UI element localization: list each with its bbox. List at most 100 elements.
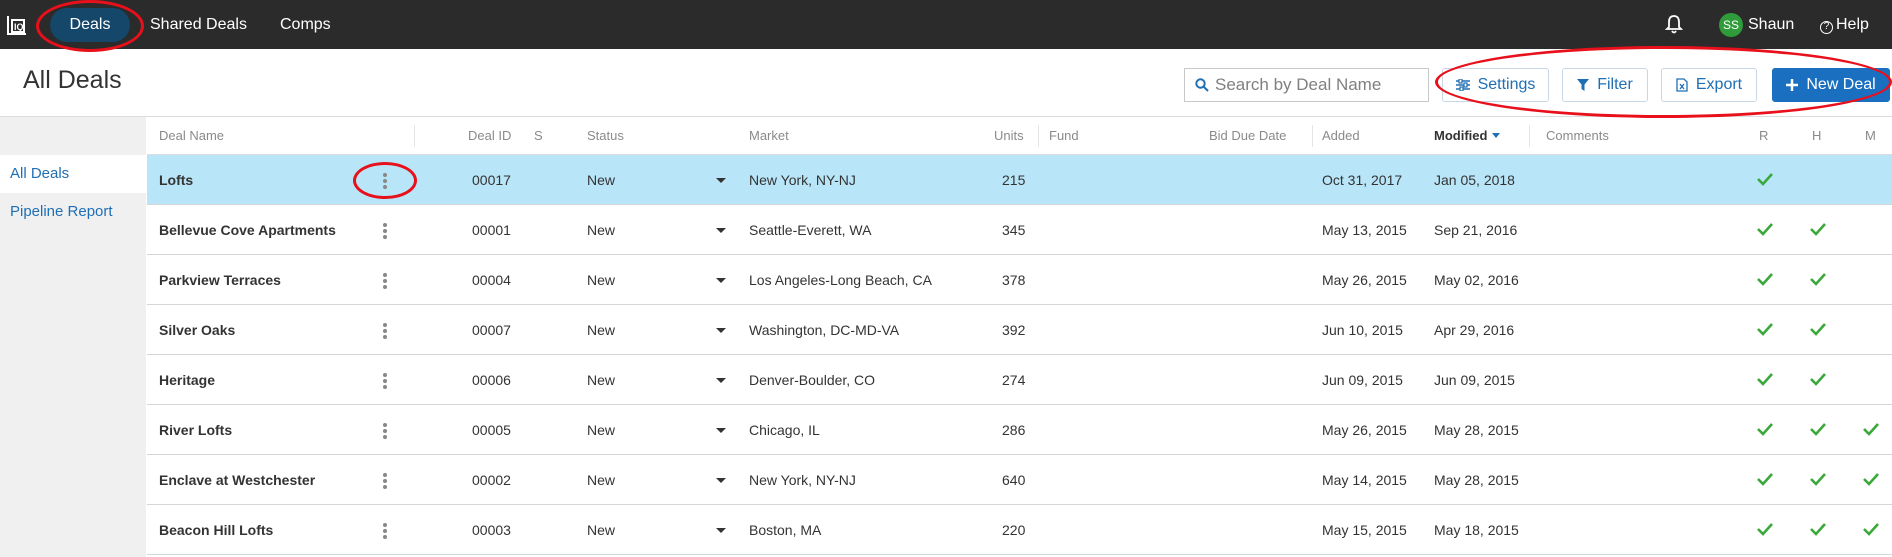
column-header-comments[interactable]: Comments bbox=[1546, 117, 1609, 155]
status-dropdown-icon[interactable] bbox=[716, 178, 726, 183]
row-more-options-icon[interactable] bbox=[382, 372, 388, 390]
export-button[interactable]: Export bbox=[1661, 68, 1757, 102]
row-more-options-icon[interactable] bbox=[382, 222, 388, 240]
sidebar-item-pipeline-report[interactable]: Pipeline Report bbox=[0, 193, 146, 231]
status-dropdown-icon[interactable] bbox=[716, 228, 726, 233]
settings-button[interactable]: Settings bbox=[1442, 68, 1549, 102]
status-dropdown-icon[interactable] bbox=[716, 428, 726, 433]
units-cell: 220 bbox=[1002, 522, 1026, 538]
help-link[interactable]: ? Help bbox=[1820, 0, 1869, 49]
status-dropdown-icon[interactable] bbox=[716, 528, 726, 533]
status-dropdown-icon[interactable] bbox=[716, 278, 726, 283]
deal-name-cell[interactable]: Enclave at Westchester bbox=[159, 455, 315, 505]
added-date-cell: Jun 09, 2015 bbox=[1322, 372, 1403, 388]
column-header-deal-name[interactable]: Deal Name bbox=[159, 117, 224, 155]
row-more-options-icon[interactable] bbox=[382, 172, 388, 190]
deal-name-cell[interactable]: Lofts bbox=[159, 155, 193, 205]
column-header-added[interactable]: Added bbox=[1322, 117, 1360, 155]
market-cell: Denver-Boulder, CO bbox=[749, 372, 876, 388]
checkmark-icon bbox=[1810, 473, 1826, 486]
new-deal-label: New Deal bbox=[1806, 76, 1876, 93]
column-header-market[interactable]: Market bbox=[749, 117, 789, 155]
row-more-options-icon[interactable] bbox=[382, 272, 388, 290]
column-header-s[interactable]: S bbox=[534, 117, 543, 155]
table-row[interactable]: Bellevue Cove Apartments 00001 New Seattle-… bbox=[147, 205, 1892, 255]
deal-name-cell[interactable]: River Lofts bbox=[159, 405, 232, 455]
user-menu[interactable]: Shaun bbox=[1748, 0, 1794, 49]
app-logo-icon[interactable]: IQ bbox=[6, 14, 28, 36]
column-header-m[interactable]: M bbox=[1865, 117, 1876, 155]
row-more-options-icon[interactable] bbox=[382, 422, 388, 440]
spreadsheet-export-icon bbox=[1676, 78, 1688, 92]
search-input[interactable] bbox=[1215, 69, 1425, 101]
deal-name-cell[interactable]: Parkview Terraces bbox=[159, 255, 281, 305]
status-cell: New bbox=[587, 172, 616, 188]
column-header-h[interactable]: H bbox=[1812, 117, 1821, 155]
units-cell: 640 bbox=[1002, 472, 1026, 488]
deal-id-cell: 00004 bbox=[472, 272, 511, 288]
deal-name-cell[interactable]: Bellevue Cove Apartments bbox=[159, 205, 336, 255]
units-cell: 215 bbox=[1002, 172, 1026, 188]
added-date-cell: May 15, 2015 bbox=[1322, 522, 1407, 538]
status-cell: New bbox=[587, 422, 616, 438]
status-cell: New bbox=[587, 272, 616, 288]
deal-name-cell[interactable]: Heritage bbox=[159, 355, 215, 405]
deal-name-cell[interactable]: Beacon Hill Lofts bbox=[159, 505, 273, 555]
settings-label: Settings bbox=[1477, 76, 1536, 93]
column-header-bid-due-date[interactable]: Bid Due Date bbox=[1209, 117, 1286, 155]
deal-id-cell: 00005 bbox=[472, 422, 511, 438]
new-deal-button[interactable]: New Deal bbox=[1772, 68, 1890, 102]
market-cell: New York, NY-NJ bbox=[749, 172, 856, 188]
deals-table: Deal Name Deal ID S Status Market Units … bbox=[147, 117, 1892, 557]
table-row[interactable]: Lofts 00017 New New York, NY-NJ 215 Oct 31, 2… bbox=[147, 155, 1892, 205]
table-row[interactable]: Silver Oaks 00007 New Washington, DC-MD-VA 3… bbox=[147, 305, 1892, 355]
status-cell: New bbox=[587, 372, 616, 388]
added-date-cell: May 14, 2015 bbox=[1322, 472, 1407, 488]
table-row[interactable]: River Lofts 00005 New Chicago, IL 286 May 26,… bbox=[147, 405, 1892, 455]
column-header-modified[interactable]: Modified bbox=[1434, 117, 1501, 155]
deal-name-cell[interactable]: Silver Oaks bbox=[159, 305, 235, 355]
checkmark-icon bbox=[1863, 473, 1879, 486]
table-header: Deal Name Deal ID S Status Market Units … bbox=[147, 117, 1892, 155]
row-more-options-icon[interactable] bbox=[382, 322, 388, 340]
sliders-icon bbox=[1455, 78, 1470, 91]
units-cell: 378 bbox=[1002, 272, 1026, 288]
table-row[interactable]: Heritage 00006 New Denver-Boulder, CO 274 Jun… bbox=[147, 355, 1892, 405]
sidebar-item-all-deals[interactable]: All Deals bbox=[0, 155, 146, 193]
checkmark-icon bbox=[1810, 373, 1826, 386]
table-row[interactable]: Parkview Terraces 00004 New Los Angeles-Lon… bbox=[147, 255, 1892, 305]
status-dropdown-icon[interactable] bbox=[716, 378, 726, 383]
column-header-r[interactable]: R bbox=[1759, 117, 1768, 155]
column-divider bbox=[1038, 125, 1039, 147]
market-cell: Seattle-Everett, WA bbox=[749, 222, 872, 238]
column-header-deal-id[interactable]: Deal ID bbox=[468, 117, 511, 155]
table-row[interactable]: Enclave at Westchester 00002 New New York, … bbox=[147, 455, 1892, 505]
svg-text:IQ: IQ bbox=[14, 22, 24, 32]
page-title: All Deals bbox=[23, 66, 122, 94]
deal-id-cell: 00007 bbox=[472, 322, 511, 338]
checkmark-icon bbox=[1810, 323, 1826, 336]
added-date-cell: Jun 10, 2015 bbox=[1322, 322, 1403, 338]
column-header-status[interactable]: Status bbox=[587, 117, 624, 155]
filter-button[interactable]: Filter bbox=[1562, 68, 1648, 102]
row-more-options-icon[interactable] bbox=[382, 522, 388, 540]
nav-deals-tab[interactable]: Deals bbox=[50, 8, 130, 42]
checkmark-icon bbox=[1757, 473, 1773, 486]
avatar[interactable]: SS bbox=[1719, 13, 1743, 37]
column-header-units[interactable]: Units bbox=[994, 117, 1024, 155]
market-cell: Boston, MA bbox=[749, 522, 822, 538]
row-more-options-icon[interactable] bbox=[382, 472, 388, 490]
column-header-fund[interactable]: Fund bbox=[1049, 117, 1079, 155]
units-cell: 392 bbox=[1002, 322, 1026, 338]
search-box[interactable] bbox=[1184, 68, 1429, 102]
status-dropdown-icon[interactable] bbox=[716, 328, 726, 333]
market-cell: New York, NY-NJ bbox=[749, 472, 856, 488]
checkmark-icon bbox=[1757, 523, 1773, 536]
modified-date-cell: Jan 05, 2018 bbox=[1434, 172, 1515, 188]
nav-comps-tab[interactable]: Comps bbox=[280, 0, 331, 49]
status-dropdown-icon[interactable] bbox=[716, 478, 726, 483]
nav-shared-deals-tab[interactable]: Shared Deals bbox=[150, 0, 247, 49]
table-row[interactable]: Beacon Hill Lofts 00003 New Boston, MA 220 Ma… bbox=[147, 505, 1892, 555]
checkmark-icon bbox=[1757, 173, 1773, 186]
bell-icon[interactable] bbox=[1663, 13, 1685, 35]
